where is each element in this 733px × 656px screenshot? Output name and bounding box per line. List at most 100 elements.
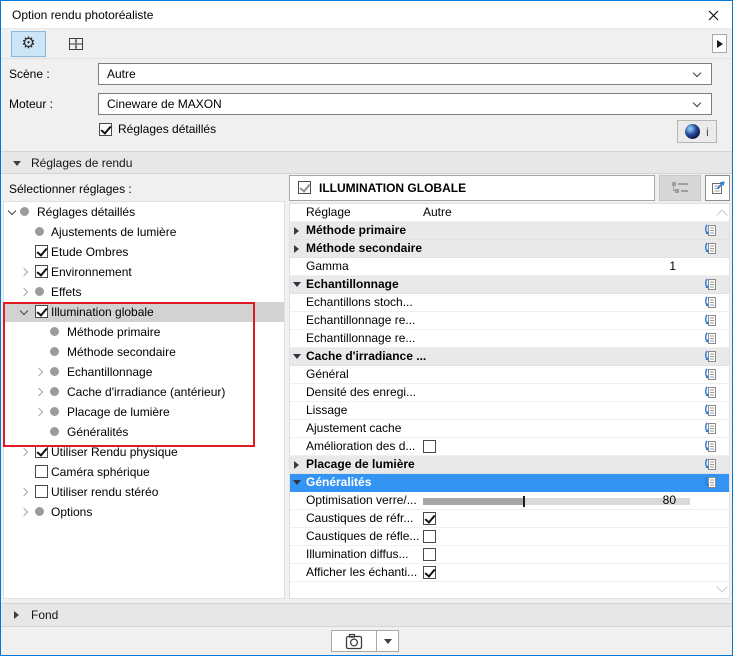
settings-tool-button[interactable]: ⚙	[11, 31, 46, 57]
panel-row[interactable]: Placage de lumière	[290, 456, 729, 474]
link-doc-icon[interactable]	[704, 404, 717, 417]
expand-settings-button[interactable]	[705, 175, 730, 201]
panel-row[interactable]: Amélioration des d...	[290, 438, 729, 456]
panel-row[interactable]: Ajustement cache	[290, 420, 729, 438]
expander-icon[interactable]	[19, 267, 29, 277]
tree-item[interactable]: Environnement	[4, 262, 284, 282]
link-doc-icon[interactable]	[704, 386, 717, 399]
tree-item[interactable]: Généralités	[4, 422, 284, 442]
cinema4d-icon	[685, 124, 701, 139]
link-doc-icon[interactable]	[704, 350, 717, 363]
tree-item[interactable]: Utiliser Rendu physique	[4, 442, 284, 462]
tree-item-label: Cache d'irradiance (antérieur)	[67, 385, 226, 399]
tree-item[interactable]: Méthode secondaire	[4, 342, 284, 362]
checkbox[interactable]	[423, 440, 436, 453]
cineware-info-button[interactable]: i	[677, 120, 717, 143]
panel-row[interactable]: Afficher les échanti...	[290, 564, 729, 582]
panel-row[interactable]: Cache d'irradiance ...	[290, 348, 729, 366]
slider[interactable]	[423, 496, 690, 507]
panel-row[interactable]: Caustiques de réfle...	[290, 528, 729, 546]
scroll-down-icon[interactable]	[716, 581, 728, 593]
panel-row[interactable]: Illumination diffus...	[290, 546, 729, 564]
panel-row[interactable]: Réglage Autre	[290, 204, 729, 222]
checkbox[interactable]	[298, 181, 311, 194]
panel-row[interactable]: Généralités	[290, 474, 729, 492]
checkbox[interactable]	[35, 245, 48, 258]
link-doc-icon[interactable]	[704, 296, 717, 309]
tree-item[interactable]: Ajustements de lumière	[4, 222, 284, 242]
link-doc-icon[interactable]	[704, 368, 717, 381]
panel-row[interactable]: Gamma 1	[290, 258, 729, 276]
expander-icon[interactable]	[19, 507, 29, 517]
tree-item[interactable]: Caméra sphérique	[4, 462, 284, 482]
slider-handle[interactable]	[523, 496, 526, 507]
tree-item[interactable]: Echantillonnage	[4, 362, 284, 382]
tree-item[interactable]: Utiliser rendu stéréo	[4, 482, 284, 502]
expander-icon[interactable]	[19, 447, 29, 457]
expander-icon[interactable]	[293, 480, 301, 485]
expander-icon[interactable]	[294, 227, 299, 235]
background-section-header[interactable]: Fond	[1, 603, 732, 627]
expander-icon[interactable]	[293, 354, 301, 359]
expander-icon[interactable]	[7, 206, 17, 216]
expander-icon[interactable]	[293, 282, 301, 287]
illumination-globale-header[interactable]: ILLUMINATION GLOBALE	[289, 175, 655, 201]
link-doc-icon[interactable]	[704, 314, 717, 327]
tree-item[interactable]: Placage de lumière	[4, 402, 284, 422]
size-tool-button[interactable]	[58, 31, 93, 57]
checkbox[interactable]	[423, 548, 436, 561]
link-doc-icon[interactable]	[704, 224, 717, 237]
tree-item[interactable]: Méthode primaire	[4, 322, 284, 342]
panel-row[interactable]: Méthode secondaire	[290, 240, 729, 258]
scene-dropdown[interactable]: Autre	[98, 63, 712, 85]
panel-row[interactable]: Optimisation verre/... 80	[290, 492, 729, 510]
link-doc-icon[interactable]	[704, 332, 717, 345]
tree-item[interactable]: Cache d'irradiance (antérieur)	[4, 382, 284, 402]
engine-dropdown[interactable]: Cineware de MAXON	[98, 93, 712, 115]
expander-icon[interactable]	[34, 367, 44, 377]
expander-icon[interactable]	[294, 245, 299, 253]
panel-row[interactable]: Echantillonnage re...	[290, 330, 729, 348]
render-options-dropdown-button[interactable]	[376, 630, 399, 652]
expander-icon[interactable]	[34, 407, 44, 417]
panel-row[interactable]: Echantillonnage re...	[290, 312, 729, 330]
tree-item[interactable]: Réglages détaillés	[4, 202, 284, 222]
tree-item[interactable]: Etude Ombres	[4, 242, 284, 262]
link-doc-icon[interactable]	[704, 422, 717, 435]
detailed-settings-checkbox[interactable]	[99, 123, 112, 136]
checkbox[interactable]	[35, 485, 48, 498]
panel-row[interactable]: Densité des enregi...	[290, 384, 729, 402]
expander-icon[interactable]	[34, 387, 44, 397]
checkbox[interactable]	[423, 530, 436, 543]
expander-icon[interactable]	[19, 287, 29, 297]
tree-item[interactable]: Effets	[4, 282, 284, 302]
panel-row[interactable]: Caustiques de réfr...	[290, 510, 729, 528]
expander-icon[interactable]	[19, 306, 29, 316]
panel-row[interactable]: Echantillonnage	[290, 276, 729, 294]
checkbox[interactable]	[35, 265, 48, 278]
expander-icon[interactable]	[294, 461, 299, 469]
link-doc-icon[interactable]	[704, 458, 717, 471]
expander-icon[interactable]	[19, 487, 29, 497]
link-doc-icon[interactable]	[704, 242, 717, 255]
close-button[interactable]	[694, 1, 732, 29]
panel-row[interactable]: Lissage	[290, 402, 729, 420]
link-doc-icon[interactable]	[704, 278, 717, 291]
panel-row[interactable]: Echantillons stoch...	[290, 294, 729, 312]
toolbar-overflow-button[interactable]	[712, 34, 727, 53]
render-camera-button[interactable]	[331, 630, 377, 652]
link-doc-icon	[704, 278, 716, 290]
tree-item[interactable]: Illumination globale	[4, 302, 284, 322]
panel-row[interactable]: Général	[290, 366, 729, 384]
checkbox[interactable]	[423, 566, 436, 579]
render-settings-section-header[interactable]: Réglages de rendu	[1, 151, 732, 174]
link-doc-icon[interactable]	[704, 440, 717, 453]
tree-view-button[interactable]	[659, 175, 701, 201]
link-doc-icon[interactable]	[704, 476, 717, 489]
tree-item[interactable]: Options	[4, 502, 284, 522]
checkbox[interactable]	[35, 445, 48, 458]
checkbox[interactable]	[35, 465, 48, 478]
panel-row[interactable]: Méthode primaire	[290, 222, 729, 240]
checkbox[interactable]	[35, 305, 48, 318]
checkbox[interactable]	[423, 512, 436, 525]
